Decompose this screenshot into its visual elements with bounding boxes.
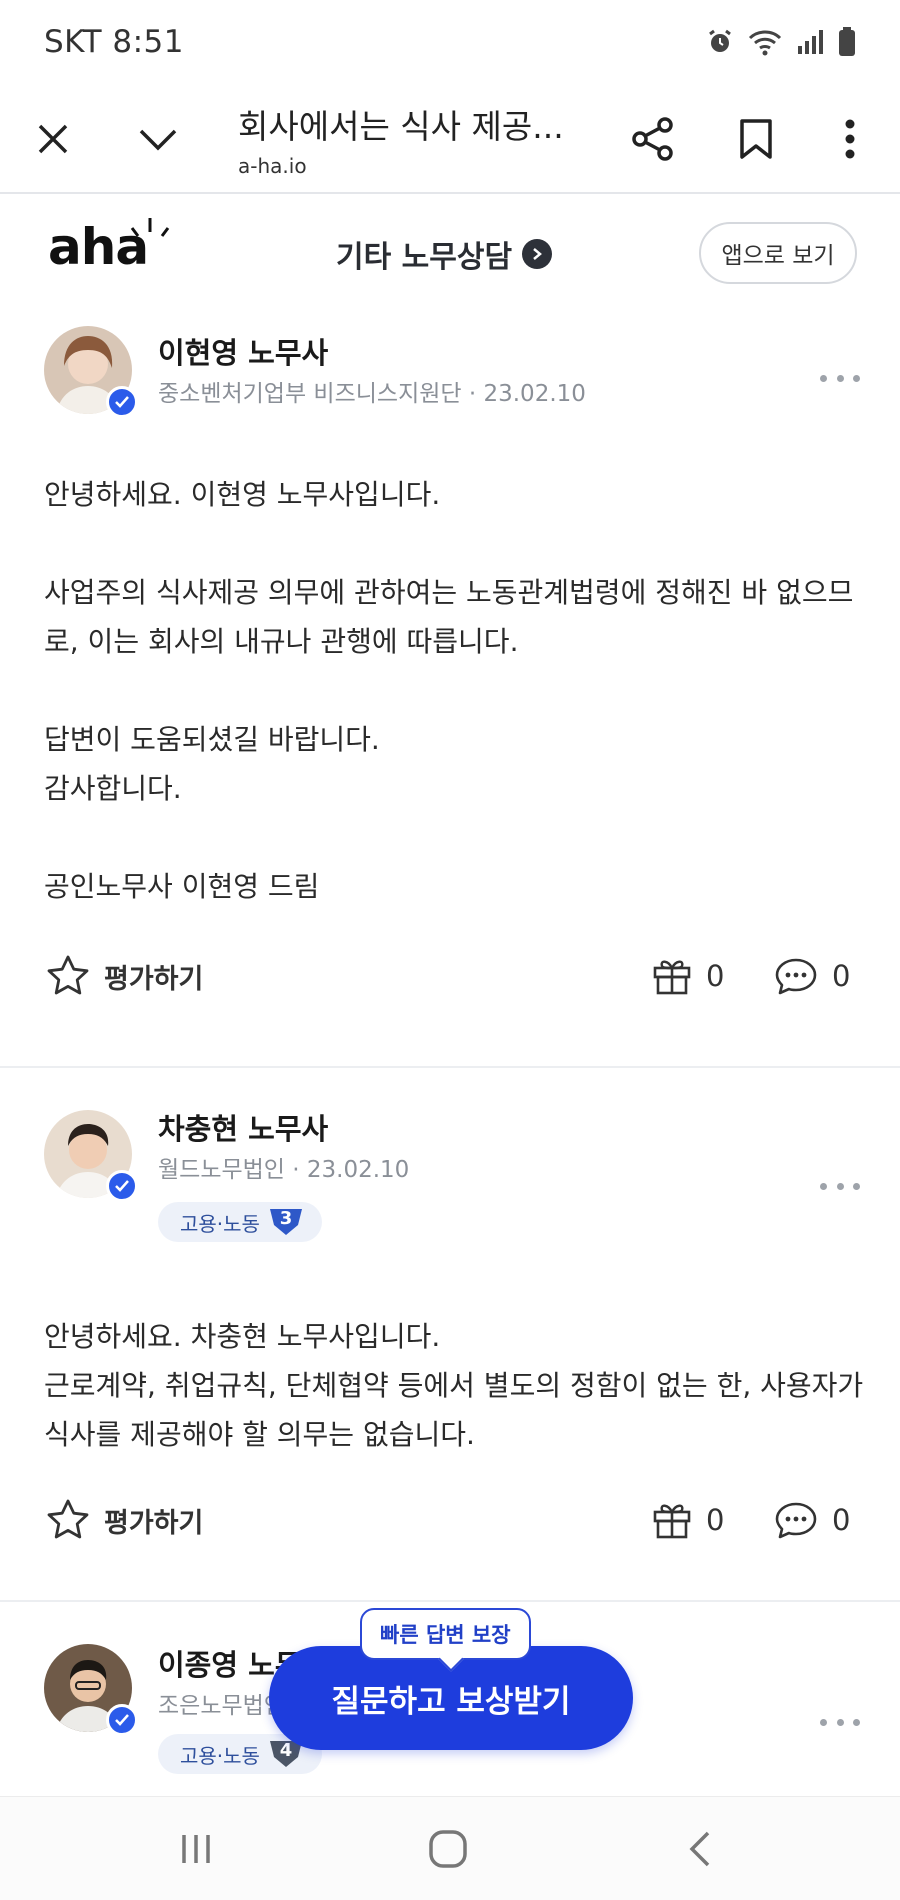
open-app-button[interactable]: 앱으로 보기 bbox=[699, 222, 857, 284]
expertise-badge: 고용·노동 3 bbox=[158, 1202, 322, 1242]
gift-count: 0 bbox=[706, 1503, 725, 1537]
author-name[interactable]: 차충현 노무사 bbox=[158, 1106, 328, 1148]
answer-card: 이현영 노무사 중소벤처기업부 비즈니스지원단 · 23.02.10 안녕하세요… bbox=[0, 318, 900, 1078]
author-meta: 월드노무법인 · 23.02.10 bbox=[158, 1157, 410, 1183]
url-block[interactable]: 회사에서는 식사 제공... a-ha.io bbox=[238, 100, 568, 178]
cta-tooltip: 빠른 답변 보장 bbox=[360, 1608, 531, 1660]
gift-icon bbox=[653, 960, 691, 995]
back-icon[interactable] bbox=[650, 1797, 750, 1900]
comment-button[interactable]: 0 bbox=[774, 946, 850, 1006]
logo-sparkle-icon bbox=[130, 218, 170, 237]
battery-icon bbox=[839, 27, 855, 56]
comment-button[interactable]: 0 bbox=[774, 1490, 850, 1550]
home-icon[interactable] bbox=[398, 1797, 498, 1900]
answer-card: 차충현 노무사 월드노무법인 · 23.02.10 고용·노동 3 안녕하세요.… bbox=[0, 1104, 900, 1574]
system-nav-bar bbox=[0, 1796, 900, 1900]
chevron-down-icon[interactable] bbox=[123, 84, 193, 194]
avatar[interactable] bbox=[44, 1644, 138, 1736]
answer-actions: 평가하기 0 0 bbox=[0, 946, 900, 1006]
alarm-icon bbox=[709, 29, 731, 52]
verified-icon bbox=[106, 386, 138, 418]
author-meta: 중소벤처기업부 비즈니스지원단 · 23.02.10 bbox=[158, 381, 586, 407]
chevron-right-circle-icon bbox=[522, 239, 553, 269]
comment-count: 0 bbox=[832, 959, 851, 993]
rate-label: 평가하기 bbox=[104, 963, 204, 995]
bookmark-icon[interactable] bbox=[721, 84, 791, 194]
badge-level: 3 bbox=[279, 1208, 293, 1229]
avatar[interactable] bbox=[44, 1110, 138, 1202]
verified-icon bbox=[106, 1704, 138, 1736]
carrier-time: SKT 8:51 bbox=[44, 24, 185, 60]
category-link[interactable]: 기타 노무상담 bbox=[336, 232, 553, 276]
status-icons bbox=[706, 27, 856, 57]
verified-icon bbox=[106, 1170, 138, 1202]
category-label: 기타 노무상담 bbox=[336, 240, 513, 275]
share-icon[interactable] bbox=[618, 84, 688, 194]
recent-apps-icon[interactable] bbox=[146, 1797, 246, 1900]
badge-label: 고용·노동 bbox=[180, 1743, 260, 1768]
status-bar: SKT 8:51 bbox=[0, 0, 900, 84]
signal-icon bbox=[798, 30, 823, 54]
star-icon bbox=[47, 1499, 89, 1539]
gift-button[interactable]: 0 bbox=[652, 946, 724, 1006]
close-icon[interactable] bbox=[18, 84, 88, 194]
aha-logo[interactable]: aha bbox=[48, 218, 170, 276]
page-url: a-ha.io bbox=[238, 154, 307, 178]
author-meta: 조은노무법인 bbox=[158, 1693, 285, 1719]
comment-count: 0 bbox=[832, 1503, 851, 1537]
answer-body: 안녕하세요. 이현영 노무사입니다. 사업주의 식사제공 의무에 관하여는 노동… bbox=[44, 478, 854, 903]
comment-icon bbox=[775, 1502, 817, 1539]
page-title: 회사에서는 식사 제공... bbox=[238, 107, 564, 146]
answer-body: 안녕하세요. 차충현 노무사입니다. 근로계약, 취업규칙, 단체협약 등에서 … bbox=[44, 1320, 864, 1451]
star-icon bbox=[47, 955, 89, 995]
gift-icon bbox=[653, 1504, 691, 1539]
gift-button[interactable]: 0 bbox=[652, 1490, 724, 1550]
more-horizontal-icon[interactable] bbox=[820, 1712, 860, 1732]
level-shield-icon: 3 bbox=[268, 1207, 304, 1237]
avatar[interactable] bbox=[44, 326, 138, 418]
divider bbox=[0, 1066, 900, 1068]
site-header: aha 기타 노무상담 앱으로 보기 bbox=[0, 196, 900, 314]
more-horizontal-icon[interactable] bbox=[820, 368, 860, 388]
rate-label: 평가하기 bbox=[104, 1507, 204, 1539]
wifi-icon bbox=[748, 30, 782, 56]
browser-toolbar: 회사에서는 식사 제공... a-ha.io bbox=[0, 84, 900, 194]
gift-count: 0 bbox=[706, 959, 725, 993]
divider bbox=[0, 1600, 900, 1602]
rate-button[interactable]: 평가하기 bbox=[46, 946, 203, 1006]
answer-actions: 평가하기 0 0 bbox=[0, 1490, 900, 1550]
rate-button[interactable]: 평가하기 bbox=[46, 1490, 203, 1550]
more-horizontal-icon[interactable] bbox=[820, 1176, 860, 1196]
comment-icon bbox=[775, 958, 817, 995]
more-vertical-icon[interactable] bbox=[815, 84, 885, 194]
author-name[interactable]: 이현영 노무사 bbox=[158, 330, 328, 372]
badge-label: 고용·노동 bbox=[180, 1211, 260, 1236]
